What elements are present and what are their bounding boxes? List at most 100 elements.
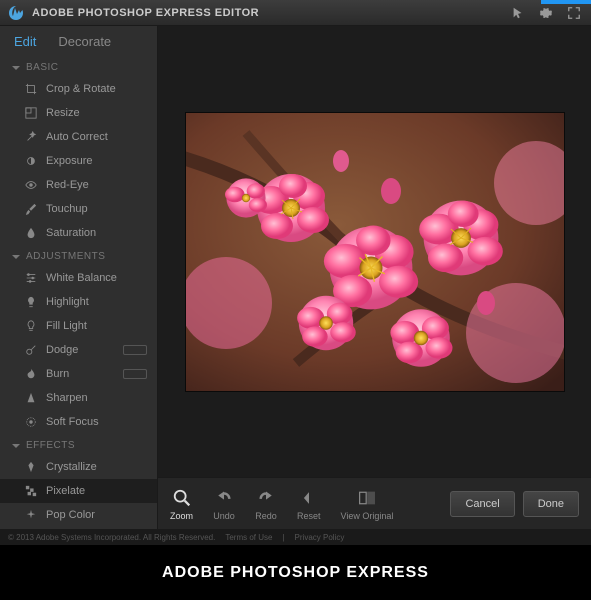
- gear-icon[interactable]: [537, 4, 555, 22]
- bulb-outline-icon: [24, 319, 38, 333]
- item-label: Dodge: [46, 344, 78, 356]
- bottom-toolbar: Zoom Undo Redo Reset View Original: [158, 477, 591, 529]
- sidebar-item-exposure[interactable]: Exposure: [0, 149, 157, 173]
- edited-image[interactable]: [185, 112, 565, 392]
- sidebar-item-hue[interactable]: Hue: [0, 527, 157, 529]
- group-header-basic[interactable]: BASIC: [0, 56, 157, 77]
- redo-icon: [255, 487, 277, 509]
- tool-undo[interactable]: Undo: [213, 487, 235, 521]
- tool-label: Redo: [255, 511, 277, 521]
- sidebar-item-touchup[interactable]: Touchup: [0, 197, 157, 221]
- sliders-icon: [24, 271, 38, 285]
- sidebar-item-white-balance[interactable]: White Balance: [0, 266, 157, 290]
- fullscreen-icon[interactable]: [565, 4, 583, 22]
- droplet-icon: [24, 226, 38, 240]
- zoom-icon: [171, 487, 193, 509]
- sidebar-item-resize[interactable]: Resize: [0, 101, 157, 125]
- titlebar: ADOBE PHOTOSHOP EXPRESS EDITOR: [0, 0, 591, 26]
- sidebar-item-fill-light[interactable]: Fill Light: [0, 314, 157, 338]
- sharpen-icon: [24, 391, 38, 405]
- footer: © 2013 Adobe Systems Incorporated. All R…: [0, 529, 591, 545]
- item-label: Burn: [46, 368, 69, 380]
- sidebar-item-pixelate[interactable]: Pixelate: [0, 479, 157, 503]
- sidebar-item-highlight[interactable]: Highlight: [0, 290, 157, 314]
- badge-icon: [123, 369, 147, 379]
- item-label: Auto Correct: [46, 131, 108, 143]
- app-logo-icon: [8, 5, 24, 21]
- app-window: ADOBE PHOTOSHOP EXPRESS EDITOR Edit Deco…: [0, 0, 591, 545]
- crop-icon: [24, 82, 38, 96]
- sidebar-scroll[interactable]: BASIC Crop & Rotate Resize Auto Correct …: [0, 56, 157, 529]
- item-label: Exposure: [46, 155, 92, 167]
- group-label: EFFECTS: [26, 440, 75, 451]
- group-label: ADJUSTMENTS: [26, 251, 105, 262]
- top-accent-bar: [541, 0, 591, 4]
- item-label: Crystallize: [46, 461, 97, 473]
- tool-zoom[interactable]: Zoom: [170, 487, 193, 521]
- sidebar-item-crystallize[interactable]: Crystallize: [0, 455, 157, 479]
- canvas-area: Zoom Undo Redo Reset View Original: [158, 26, 591, 529]
- chevron-down-icon: [12, 253, 20, 261]
- footer-privacy-link[interactable]: Privacy Policy: [295, 533, 345, 542]
- reset-icon: [298, 487, 320, 509]
- resize-icon: [24, 106, 38, 120]
- sidebar-item-pop-color[interactable]: Pop Color: [0, 503, 157, 527]
- item-label: Crop & Rotate: [46, 83, 116, 95]
- tool-reset[interactable]: Reset: [297, 487, 321, 521]
- item-label: Sharpen: [46, 392, 88, 404]
- sidebar-item-soft-focus[interactable]: Soft Focus: [0, 410, 157, 434]
- blur-icon: [24, 415, 38, 429]
- canvas-viewport[interactable]: [158, 26, 591, 477]
- eye-icon: [24, 178, 38, 192]
- crystal-icon: [24, 460, 38, 474]
- tool-label: View Original: [341, 511, 394, 521]
- cancel-button[interactable]: Cancel: [450, 491, 514, 517]
- group-header-adjustments[interactable]: ADJUSTMENTS: [0, 245, 157, 266]
- tool-label: Reset: [297, 511, 321, 521]
- sidebar-item-sharpen[interactable]: Sharpen: [0, 386, 157, 410]
- footer-terms-link[interactable]: Terms of Use: [225, 533, 272, 542]
- badge-icon: [123, 345, 147, 355]
- item-label: Pop Color: [46, 509, 95, 521]
- tool-view-original[interactable]: View Original: [341, 487, 394, 521]
- sidebar-item-dodge[interactable]: Dodge: [0, 338, 157, 362]
- footer-copyright: © 2013 Adobe Systems Incorporated. All R…: [8, 533, 215, 542]
- chevron-down-icon: [12, 442, 20, 450]
- undo-icon: [213, 487, 235, 509]
- item-label: Soft Focus: [46, 416, 99, 428]
- item-label: Pixelate: [46, 485, 85, 497]
- group-header-effects[interactable]: EFFECTS: [0, 434, 157, 455]
- mode-tabs: Edit Decorate: [0, 26, 157, 56]
- bulb-icon: [24, 295, 38, 309]
- group-label: BASIC: [26, 62, 59, 73]
- sidebar-item-crop[interactable]: Crop & Rotate: [0, 77, 157, 101]
- item-label: Fill Light: [46, 320, 87, 332]
- done-button[interactable]: Done: [523, 491, 579, 517]
- dodge-icon: [24, 343, 38, 357]
- sidebar: Edit Decorate BASIC Crop & Rotate Resize…: [0, 26, 158, 529]
- exposure-icon: [24, 154, 38, 168]
- tab-decorate[interactable]: Decorate: [58, 34, 111, 49]
- compare-icon: [356, 487, 378, 509]
- brush-icon: [24, 202, 38, 216]
- pixelate-icon: [24, 484, 38, 498]
- page-caption: ADOBE PHOTOSHOP EXPRESS: [0, 545, 591, 600]
- app-title: ADOBE PHOTOSHOP EXPRESS EDITOR: [32, 7, 499, 19]
- sidebar-item-saturation[interactable]: Saturation: [0, 221, 157, 245]
- chevron-down-icon: [12, 64, 20, 72]
- item-label: Resize: [46, 107, 80, 119]
- footer-sep: |: [282, 533, 284, 542]
- burn-icon: [24, 367, 38, 381]
- main-area: Edit Decorate BASIC Crop & Rotate Resize…: [0, 26, 591, 529]
- tool-label: Undo: [213, 511, 235, 521]
- sidebar-item-auto-correct[interactable]: Auto Correct: [0, 125, 157, 149]
- sidebar-item-redeye[interactable]: Red-Eye: [0, 173, 157, 197]
- item-label: Red-Eye: [46, 179, 89, 191]
- tool-redo[interactable]: Redo: [255, 487, 277, 521]
- sparkle-icon: [24, 508, 38, 522]
- pointer-icon[interactable]: [509, 4, 527, 22]
- item-label: Saturation: [46, 227, 96, 239]
- tab-edit[interactable]: Edit: [14, 34, 36, 49]
- sidebar-item-burn[interactable]: Burn: [0, 362, 157, 386]
- item-label: White Balance: [46, 272, 117, 284]
